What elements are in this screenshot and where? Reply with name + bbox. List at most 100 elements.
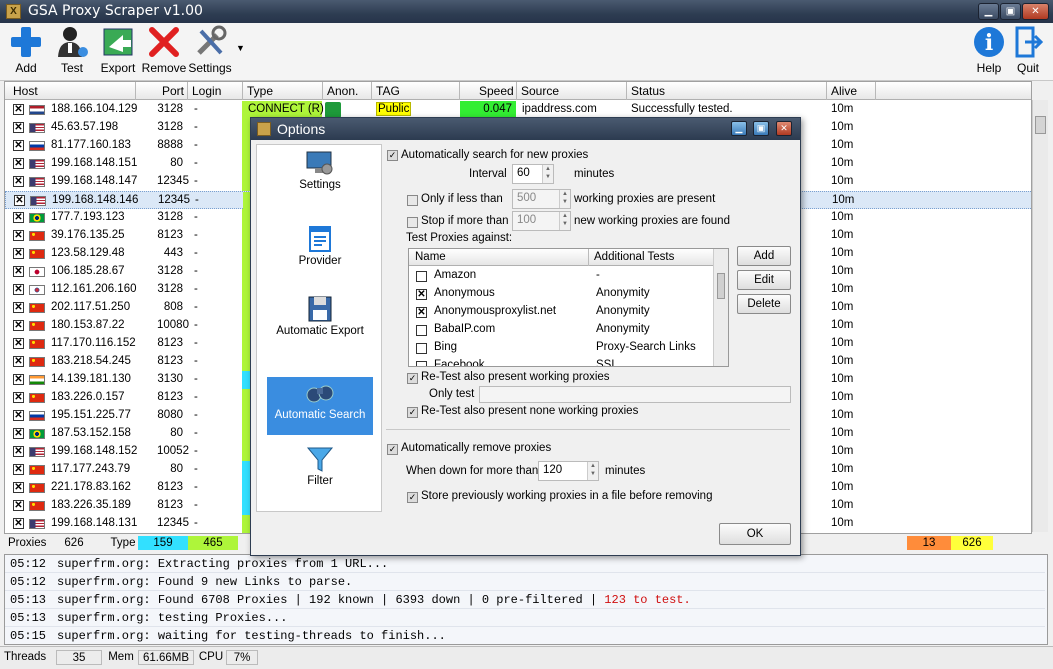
- row-checkbox[interactable]: ✕: [13, 482, 24, 493]
- test-site-name: Facebook: [434, 359, 485, 367]
- mem-value: 61.66MB: [138, 650, 194, 665]
- row-checkbox[interactable]: ✕: [13, 248, 24, 259]
- only-if-less-spinner[interactable]: 500 ▲ ▼: [512, 189, 571, 209]
- sidebar-item-automatic-export[interactable]: Automatic Export: [267, 295, 373, 359]
- test-site-checkbox[interactable]: [416, 271, 427, 282]
- quit-button[interactable]: Quit: [1005, 25, 1051, 77]
- test-site-row[interactable]: ✕ Anonymous Anonymity: [409, 285, 713, 303]
- auto-remove-checkbox[interactable]: ✓: [387, 444, 398, 455]
- col-port[interactable]: Port: [162, 84, 184, 98]
- retest-working-checkbox[interactable]: ✓: [407, 373, 418, 384]
- retest-none-working-checkbox[interactable]: ✓: [407, 407, 418, 418]
- test-site-row[interactable]: ✕ Anonymousproxylist.net Anonymity: [409, 303, 713, 321]
- host-cell: 14.139.181.130: [51, 373, 131, 385]
- col-tag[interactable]: TAG: [376, 84, 400, 98]
- col-status[interactable]: Status: [631, 84, 665, 98]
- edit-site-button[interactable]: Edit: [737, 270, 791, 290]
- col-host[interactable]: Host: [13, 84, 38, 98]
- test-site-checkbox[interactable]: [416, 343, 427, 354]
- close-button[interactable]: ✕: [1022, 3, 1049, 20]
- row-checkbox[interactable]: ✕: [13, 230, 24, 241]
- row-checkbox[interactable]: ✕: [13, 500, 24, 511]
- row-checkbox[interactable]: ✕: [13, 212, 24, 223]
- test-site-row[interactable]: Amazon -: [409, 267, 713, 285]
- test-button[interactable]: Test: [49, 25, 95, 77]
- delete-site-button[interactable]: Delete: [737, 294, 791, 314]
- stop-if-more-spinner[interactable]: 100 ▲ ▼: [512, 211, 571, 231]
- add-site-button[interactable]: Add: [737, 246, 791, 266]
- row-checkbox[interactable]: ✕: [14, 195, 25, 206]
- row-checkbox[interactable]: ✕: [13, 266, 24, 277]
- ok-button[interactable]: OK: [719, 523, 791, 545]
- col-type[interactable]: Type: [247, 84, 273, 98]
- list-col-name[interactable]: Name: [415, 251, 446, 263]
- add-button[interactable]: Add: [3, 25, 49, 77]
- row-checkbox[interactable]: ✕: [13, 122, 24, 133]
- only-if-less-checkbox[interactable]: [407, 195, 418, 206]
- settings-dropdown-arrow[interactable]: ▼: [236, 43, 245, 53]
- login-cell: -: [194, 409, 198, 421]
- row-checkbox[interactable]: ✕: [13, 410, 24, 421]
- options-dialog: Options ▁ ▣ ✕ Settings Provider Automati…: [250, 117, 801, 556]
- row-checkbox[interactable]: ✕: [13, 338, 24, 349]
- sidebar-item-settings[interactable]: Settings: [267, 149, 373, 197]
- row-checkbox[interactable]: ✕: [13, 284, 24, 295]
- dialog-close-button[interactable]: ✕: [776, 121, 792, 136]
- remove-button[interactable]: Remove: [141, 25, 187, 77]
- row-checkbox[interactable]: ✕: [13, 320, 24, 331]
- interval-spinner[interactable]: 60 ▲ ▼: [512, 164, 554, 184]
- dialog-maximize-button[interactable]: ▣: [753, 121, 769, 136]
- when-down-spinner[interactable]: 120 ▲ ▼: [538, 461, 599, 481]
- row-checkbox[interactable]: ✕: [13, 464, 24, 475]
- test-site-checkbox[interactable]: ✕: [416, 289, 427, 300]
- col-anon[interactable]: Anon.: [327, 84, 358, 98]
- sidebar-item-provider[interactable]: Provider: [267, 225, 373, 273]
- row-checkbox[interactable]: ✕: [13, 356, 24, 367]
- working-present-label: working proxies are present: [574, 193, 716, 205]
- minimize-button[interactable]: ▁: [978, 3, 999, 20]
- country-flag-icon: [29, 105, 45, 115]
- anon-mask-icon: [325, 102, 341, 118]
- port-cell: 3128: [157, 103, 183, 115]
- sidebar-item-automatic-search[interactable]: Automatic Search: [267, 377, 373, 435]
- row-checkbox[interactable]: ✕: [13, 446, 24, 457]
- row-checkbox[interactable]: ✕: [13, 158, 24, 169]
- test-site-checkbox[interactable]: [416, 361, 427, 366]
- list-scrollbar[interactable]: [713, 249, 728, 366]
- settings-button[interactable]: Settings: [187, 25, 233, 77]
- row-checkbox[interactable]: ✕: [13, 302, 24, 313]
- export-button[interactable]: Export: [95, 25, 141, 77]
- col-source[interactable]: Source: [521, 84, 559, 98]
- log-panel[interactable]: 05:12 superfrm.org: Extracting proxies fr…: [4, 554, 1048, 645]
- col-login[interactable]: Login: [192, 84, 221, 98]
- col-speed[interactable]: Speed: [479, 84, 514, 98]
- only-test-input[interactable]: [479, 386, 791, 403]
- maximize-button[interactable]: ▣: [1000, 3, 1021, 20]
- list-col-tests[interactable]: Additional Tests: [594, 251, 674, 263]
- col-alive[interactable]: Alive: [831, 84, 857, 98]
- test-site-row[interactable]: Bing Proxy-Search Links: [409, 339, 713, 357]
- store-previous-checkbox[interactable]: ✓: [407, 492, 418, 503]
- row-checkbox[interactable]: ✕: [13, 374, 24, 385]
- row-checkbox[interactable]: ✕: [13, 176, 24, 187]
- list-scroll-thumb[interactable]: [717, 273, 725, 299]
- scroll-thumb[interactable]: [1035, 116, 1046, 134]
- test-site-checkbox[interactable]: [416, 325, 427, 336]
- dialog-minimize-button[interactable]: ▁: [731, 121, 747, 136]
- alive-cell: 10m: [831, 391, 854, 403]
- test-site-checkbox[interactable]: ✕: [416, 307, 427, 318]
- test-site-row[interactable]: BabaIP.com Anonymity: [409, 321, 713, 339]
- row-checkbox[interactable]: ✕: [13, 428, 24, 439]
- row-checkbox[interactable]: ✕: [13, 104, 24, 115]
- sidebar-item-filter[interactable]: Filter: [267, 445, 373, 495]
- host-cell: 199.168.148.146: [52, 194, 139, 206]
- row-checkbox[interactable]: ✕: [13, 392, 24, 403]
- test-sites-list[interactable]: Name Additional Tests Amazon - ✕ Anonymous A…: [408, 248, 729, 367]
- alive-cell: 10m: [831, 517, 854, 529]
- table-scrollbar[interactable]: [1032, 100, 1048, 532]
- auto-search-checkbox[interactable]: ✓: [387, 150, 398, 161]
- row-checkbox[interactable]: ✕: [13, 518, 24, 529]
- stop-if-more-checkbox[interactable]: [407, 217, 418, 228]
- test-site-row[interactable]: Facebook SSL: [409, 357, 713, 367]
- row-checkbox[interactable]: ✕: [13, 140, 24, 151]
